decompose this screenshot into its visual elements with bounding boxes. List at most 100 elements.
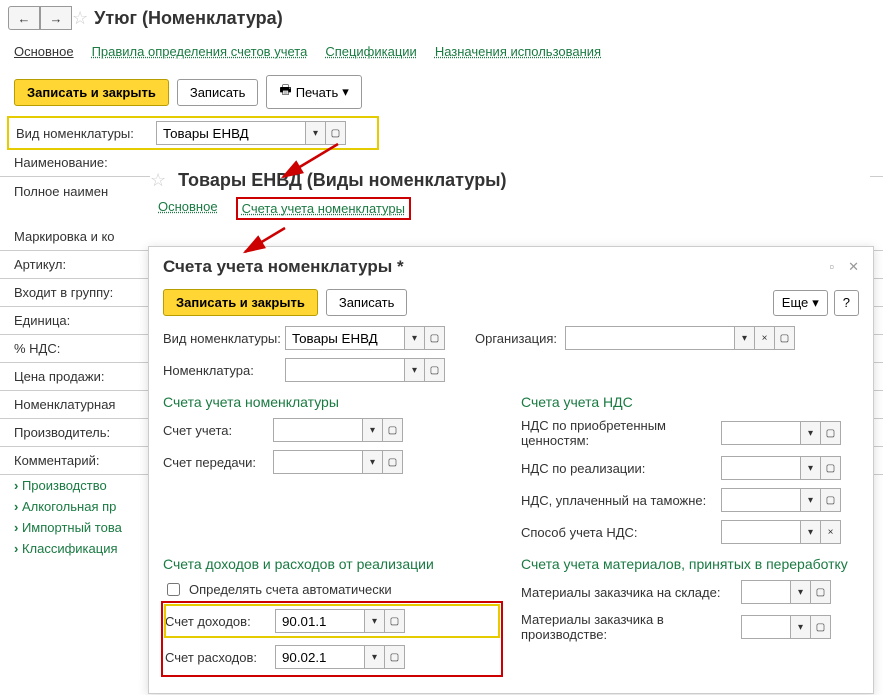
section-materials: Счета учета материалов, принятых в перер…: [521, 548, 859, 576]
open-icon[interactable]: ▢: [775, 326, 795, 350]
transfer-label: Счет передачи:: [163, 455, 273, 470]
back-button[interactable]: ←: [8, 6, 40, 30]
modal2-save-close[interactable]: Записать и закрыть: [163, 289, 318, 316]
income-input[interactable]: [275, 609, 365, 633]
expense-label: Счет расходов:: [165, 650, 275, 665]
modal1-tab-accounts[interactable]: Счета учета номенклатуры: [242, 199, 405, 218]
account-label: Счет учета:: [163, 423, 273, 438]
dropdown-icon[interactable]: ▾: [801, 456, 821, 480]
chevron-down-icon: ▾: [342, 84, 349, 100]
group-label: Входит в группу:: [14, 285, 154, 300]
vat-sale-label: НДС по реализации:: [521, 461, 721, 476]
dropdown-icon[interactable]: ▾: [801, 520, 821, 544]
close-icon[interactable]: ✕: [848, 259, 859, 275]
clear-icon[interactable]: ×: [755, 326, 775, 350]
dropdown-icon[interactable]: ▾: [791, 615, 811, 639]
nom-group-label: Номенклатурная: [14, 397, 154, 412]
section-vat: Счета учета НДС: [521, 386, 859, 414]
modal1-tab-main[interactable]: Основное: [158, 197, 218, 220]
tab-usage[interactable]: Назначения использования: [435, 42, 601, 61]
marking-label: Маркировка и ко: [14, 229, 154, 244]
modal-nomenclature-type: ☆ Товары ЕНВД (Виды номенклатуры) Основн…: [150, 170, 870, 226]
dropdown-icon[interactable]: ▾: [365, 645, 385, 669]
dropdown-icon[interactable]: ▾: [405, 358, 425, 382]
dropdown-icon[interactable]: ▾: [791, 580, 811, 604]
full-name-label: Полное наимен: [14, 184, 154, 199]
open-icon[interactable]: ▢: [425, 358, 445, 382]
section-income: Счета доходов и расходов от реализации: [163, 548, 501, 576]
nom-input[interactable]: [285, 358, 405, 382]
open-icon[interactable]: ▢: [811, 615, 831, 639]
income-label: Счет доходов:: [165, 614, 275, 629]
open-icon[interactable]: ▢: [811, 580, 831, 604]
help-button[interactable]: ?: [834, 290, 859, 316]
manufacturer-label: Производитель:: [14, 425, 154, 440]
open-icon[interactable]: ▢: [821, 488, 841, 512]
modal2-save[interactable]: Записать: [326, 289, 408, 316]
name-label: Наименование:: [14, 155, 154, 170]
star-icon[interactable]: ☆: [72, 8, 88, 29]
vat-sale-input[interactable]: [721, 456, 801, 480]
tab-main[interactable]: Основное: [14, 42, 74, 61]
save-button[interactable]: Записать: [177, 79, 259, 106]
open-icon[interactable]: ▢: [383, 418, 403, 442]
open-icon[interactable]: ▢: [383, 450, 403, 474]
vat-method-input[interactable]: [721, 520, 801, 544]
dropdown-icon[interactable]: ▾: [306, 121, 326, 145]
dropdown-icon[interactable]: ▾: [363, 418, 383, 442]
tab-rules[interactable]: Правила определения счетов учета: [92, 42, 308, 61]
modal1-title: Товары ЕНВД (Виды номенклатуры): [178, 170, 506, 191]
vat-customs-label: НДС, уплаченный на таможне:: [521, 493, 721, 508]
dropdown-icon[interactable]: ▾: [735, 326, 755, 350]
section-accounts: Счета учета номенклатуры: [163, 386, 501, 414]
price-label: Цена продажи:: [14, 369, 154, 384]
print-button[interactable]: 🖶 Печать ▾: [266, 75, 361, 109]
account-input[interactable]: [273, 418, 363, 442]
dropdown-icon[interactable]: ▾: [801, 421, 821, 445]
mat-production-label: Материалы заказчика в производстве:: [521, 612, 741, 642]
unit-label: Единица:: [14, 313, 154, 328]
mat-warehouse-label: Материалы заказчика на складе:: [521, 585, 741, 600]
mat-warehouse-input[interactable]: [741, 580, 791, 604]
auto-accounts-label: Определять счета автоматически: [189, 582, 392, 597]
star-icon[interactable]: ☆: [150, 170, 166, 191]
transfer-input[interactable]: [273, 450, 363, 474]
article-label: Артикул:: [14, 257, 154, 272]
nom-type-input[interactable]: [285, 326, 405, 350]
chevron-down-icon: ▾: [812, 295, 819, 311]
vat-purchase-label: НДС по приобретенным ценностям:: [521, 418, 721, 448]
open-icon[interactable]: ▢: [425, 326, 445, 350]
vat-purchase-input[interactable]: [721, 421, 801, 445]
nomenclature-type-input[interactable]: [156, 121, 306, 145]
main-tabs: Основное Правила определения счетов учет…: [0, 36, 883, 67]
dropdown-icon[interactable]: ▾: [365, 609, 385, 633]
dropdown-icon[interactable]: ▾: [405, 326, 425, 350]
auto-accounts-checkbox[interactable]: [167, 583, 180, 596]
vat-customs-input[interactable]: [721, 488, 801, 512]
nom-type-label: Вид номенклатуры:: [163, 331, 285, 346]
page-title: Утюг (Номенклатура): [94, 8, 283, 29]
print-icon: 🖶: [279, 81, 291, 103]
open-icon[interactable]: ▢: [385, 645, 405, 669]
open-icon[interactable]: ▢: [821, 421, 841, 445]
clear-icon[interactable]: ×: [821, 520, 841, 544]
comment-label: Комментарий:: [14, 453, 154, 468]
open-icon[interactable]: ▢: [821, 456, 841, 480]
expense-input[interactable]: [275, 645, 365, 669]
dropdown-icon[interactable]: ▾: [363, 450, 383, 474]
tab-specs[interactable]: Спецификации: [325, 42, 417, 61]
org-input[interactable]: [565, 326, 735, 350]
forward-button[interactable]: →: [40, 6, 72, 30]
more-button[interactable]: Еще ▾: [773, 290, 828, 316]
org-label: Организация:: [475, 331, 565, 346]
dropdown-icon[interactable]: ▾: [801, 488, 821, 512]
nomenclature-type-label: Вид номенклатуры:: [16, 126, 156, 141]
mat-production-input[interactable]: [741, 615, 791, 639]
modal-accounts: Счета учета номенклатуры * ▫ ✕ Записать …: [148, 246, 874, 694]
save-close-button[interactable]: Записать и закрыть: [14, 79, 169, 106]
vat-method-label: Способ учета НДС:: [521, 525, 721, 540]
modal2-title: Счета учета номенклатуры *: [163, 257, 404, 277]
open-icon[interactable]: ▢: [385, 609, 405, 633]
detach-icon[interactable]: ▫: [829, 259, 834, 275]
open-icon[interactable]: ▢: [326, 121, 346, 145]
